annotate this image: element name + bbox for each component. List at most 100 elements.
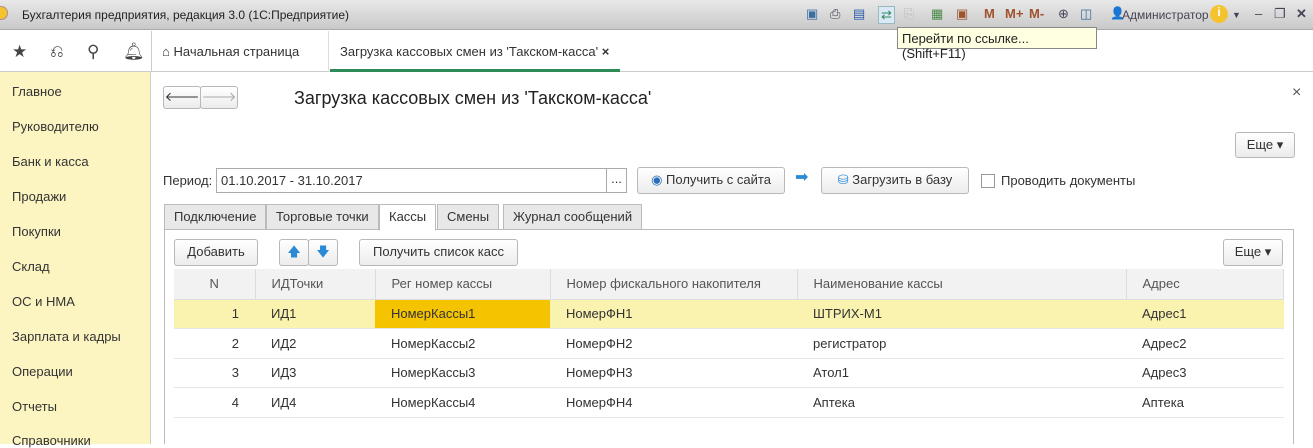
print-icon[interactable]: ⎙	[830, 6, 840, 22]
post-docs-checkbox[interactable]	[981, 174, 995, 188]
database-icon: ⛁	[837, 172, 849, 187]
load-to-db-button[interactable]: ⛁ Загрузить в базу	[821, 167, 969, 194]
more-label: Еще	[1246, 137, 1274, 152]
go-to-link-icon[interactable]: ⇄	[878, 6, 895, 24]
more-button[interactable]: Еще ▾	[1235, 132, 1295, 158]
arrow-right-icon: ➡	[795, 169, 809, 186]
subtab-trade-points[interactable]: Торговые точки	[266, 204, 379, 230]
info-icon[interactable]: i	[1210, 5, 1228, 23]
col-reg-number[interactable]: Рег номер кассы	[375, 269, 551, 300]
home-icon: ⌂	[162, 44, 170, 59]
sidebar-item[interactable]: Руководителю	[12, 119, 99, 134]
period-input[interactable]: 01.10.2017 - 31.10.2017	[216, 168, 607, 193]
tab-label: Начальная страница	[173, 44, 300, 59]
history-icon[interactable]: ⎌	[50, 42, 64, 62]
memory-minus-button[interactable]: M-	[1029, 6, 1044, 21]
minimize-icon[interactable]: –	[1255, 6, 1262, 21]
col-name[interactable]: Наименование кассы	[797, 269, 1127, 300]
cell: Адрес3	[1126, 358, 1284, 388]
form-title: Загрузка кассовых смен из 'Такском-касса…	[294, 88, 652, 108]
period-label: Период:	[163, 173, 213, 188]
copy-link-icon[interactable]: ⎘	[904, 6, 914, 22]
favorites-icon[interactable]: ★	[12, 42, 27, 62]
post-docs-label: Проводить документы	[1001, 173, 1136, 188]
more-label: Еще	[1234, 244, 1262, 259]
restore-icon[interactable]: ❐	[1274, 6, 1286, 22]
calendar-icon[interactable]: ▣	[956, 6, 968, 22]
cell: 2	[174, 328, 255, 359]
col-fn-number[interactable]: Номер фискального накопителя	[550, 269, 798, 300]
forward-button[interactable]: 🡒	[200, 86, 238, 109]
cell[interactable]: НомерКассы1	[375, 299, 550, 329]
more-button-2[interactable]: Еще ▾	[1223, 239, 1283, 266]
search-icon[interactable]: ⚲	[87, 42, 99, 62]
cell: НомерФН4	[550, 387, 797, 418]
subtab-cash-registers[interactable]: Кассы	[379, 204, 437, 231]
col-point-id[interactable]: ИДТочки	[255, 269, 376, 300]
memory-button[interactable]: M	[984, 6, 995, 21]
cell: Адрес2	[1126, 328, 1284, 359]
cell: Аптека	[797, 387, 1126, 418]
tab-home[interactable]: ⌂ Начальная страница	[152, 31, 309, 72]
cell: ИД4	[255, 387, 375, 418]
cell: ИД3	[255, 358, 375, 388]
table-row[interactable]: 2 ИД2 НомерКассы2 НомерФН2 регистратор Адрес2	[174, 328, 1284, 359]
panels-icon[interactable]: ◫	[1080, 6, 1092, 22]
add-button[interactable]: Добавить	[174, 239, 258, 266]
sidebar-item[interactable]: Зарплата и кадры	[12, 329, 121, 344]
back-button[interactable]: 🡐	[163, 86, 201, 109]
calculator-icon[interactable]: ▦	[931, 6, 943, 22]
sidebar-item[interactable]: Справочники	[12, 433, 91, 448]
period-select-button[interactable]: ...	[606, 168, 627, 193]
get-cash-list-button[interactable]: Получить список касс	[359, 239, 518, 266]
subtab-shifts[interactable]: Смены	[437, 204, 500, 230]
web-icon: ◉	[651, 172, 663, 187]
cell: Аптека	[1126, 387, 1284, 418]
cell: ИД1	[255, 299, 375, 329]
sidebar-item[interactable]: ОС и НМА	[12, 294, 75, 309]
cash-registers-table: N ИДТочки Рег номер кассы Номер фискальн…	[174, 269, 1284, 418]
close-tab-icon[interactable]: ×	[602, 44, 610, 59]
cell: 1	[174, 299, 255, 329]
get-from-site-button[interactable]: ◉ Получить с сайта	[637, 167, 785, 194]
cell: Атол1	[797, 358, 1126, 388]
cell: НомерКассы3	[375, 358, 550, 388]
close-form-icon[interactable]: ×	[1292, 84, 1301, 102]
sidebar-item[interactable]: Главное	[12, 84, 62, 99]
notifications-icon[interactable]: 🔔︎	[123, 42, 145, 62]
app-logo-icon	[0, 6, 8, 20]
cell: НомерКассы4	[375, 387, 550, 418]
table-header: N ИДТочки Рег номер кассы Номер фискальн…	[174, 269, 1284, 300]
tab-label: Загрузка кассовых смен из 'Такском-касса…	[340, 44, 599, 59]
table-row[interactable]: 4 ИД4 НомерКассы4 НомерФН4 Аптека Аптека	[174, 387, 1284, 418]
sidebar-item[interactable]: Склад	[12, 259, 50, 274]
sidebar-item[interactable]: Продажи	[12, 189, 66, 204]
cell: НомерКассы2	[375, 328, 550, 359]
sidebar-item[interactable]: Отчеты	[12, 399, 57, 414]
window-title: Бухгалтерия предприятия, редакция 3.0 (1…	[22, 8, 350, 22]
title-bar: Бухгалтерия предприятия, редакция 3.0 (1…	[0, 0, 1313, 30]
cell: НомерФН1	[550, 299, 797, 329]
sidebar-item[interactable]: Операции	[12, 364, 73, 379]
nav-row: ★ ⎌ ⚲ 🔔︎ ⌂ Начальная страница Загрузка к…	[0, 31, 1313, 72]
save-icon[interactable]: ▣	[806, 6, 818, 22]
table-row[interactable]: 3 ИД3 НомерКассы3 НомерФН3 Атол1 Адрес3	[174, 358, 1284, 388]
close-window-icon[interactable]: ✕	[1296, 6, 1307, 22]
subtab-connection[interactable]: Подключение	[164, 204, 267, 230]
tab-cash-shifts[interactable]: Загрузка кассовых смен из 'Такском-касса…	[330, 31, 620, 72]
table-row[interactable]: 1 ИД1 НомерКассы1 НомерФН1 ШТРИХ-М1 Адрес1	[174, 299, 1284, 329]
user-name[interactable]: Администратор	[1122, 8, 1209, 22]
dropdown-icon[interactable]: ▼	[1232, 10, 1241, 20]
col-n[interactable]: N	[174, 269, 256, 300]
sidebar-item[interactable]: Банк и касса	[12, 154, 89, 169]
tooltip: Перейти по ссылке... (Shift+F11)	[897, 27, 1097, 61]
move-down-button[interactable]: 🡇	[308, 239, 338, 266]
move-up-button[interactable]: 🡅	[279, 239, 309, 266]
zoom-icon[interactable]: ⊕	[1058, 6, 1069, 22]
subtab-message-log[interactable]: Журнал сообщений	[503, 204, 643, 230]
preview-icon[interactable]: ▤	[853, 6, 865, 22]
memory-plus-button[interactable]: M+	[1005, 6, 1023, 21]
sidebar-item[interactable]: Покупки	[12, 224, 61, 239]
col-address[interactable]: Адрес	[1126, 269, 1284, 300]
cell: ИД2	[255, 328, 375, 359]
